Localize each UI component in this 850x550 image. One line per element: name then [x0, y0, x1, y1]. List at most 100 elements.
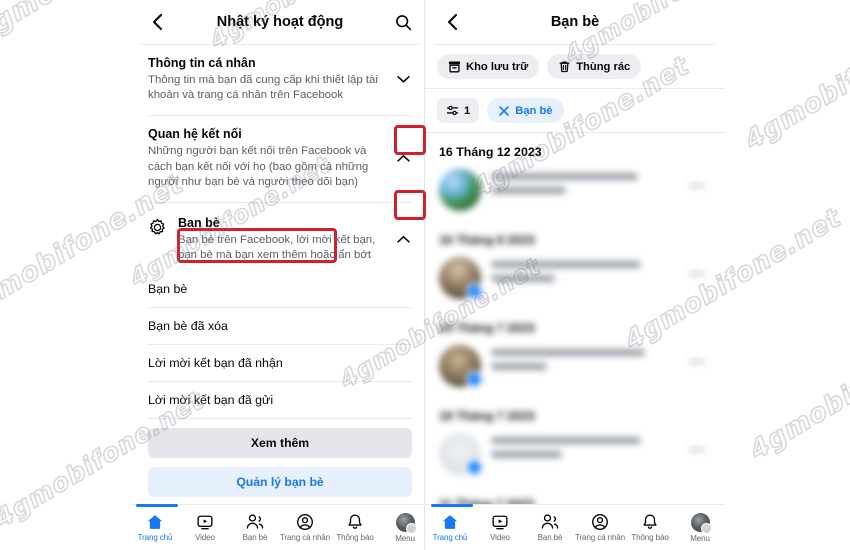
group-desc: Bạn bè trên Facebook, lời mời kết bạn, b…: [178, 234, 376, 262]
screenshot-root: Nhật ký hoạt động Thông tin cá nhân Thôn…: [0, 0, 850, 550]
group-ban-be[interactable]: Bạn bè Bạn bè trên Facebook, lời mời kết…: [130, 203, 430, 271]
chevron-down-icon[interactable]: [390, 66, 416, 92]
tab-label: Menu: [395, 533, 415, 543]
right-bottom-tabbar: Trang chủ Video Bạn bè Trang cá nhân Thô…: [425, 504, 725, 550]
right-phone-panel: Bạn bè Kho lưu trữ Thùng rác 1 Bạn bè 16…: [425, 0, 725, 550]
tab-trang-ca-nhan[interactable]: Trang cá nhân: [280, 513, 330, 542]
chip-filter-ban-be[interactable]: Bạn bè: [487, 98, 564, 123]
avatar-menu-icon: [395, 512, 417, 534]
profile-icon: [591, 513, 609, 531]
chevron-up-icon[interactable]: [390, 226, 416, 252]
video-icon: [491, 513, 509, 531]
list-item[interactable]: •••: [425, 429, 725, 485]
tab-menu[interactable]: Menu: [675, 512, 725, 543]
tab-label: Trang chủ: [432, 533, 468, 542]
active-tab-indicator: [431, 504, 473, 507]
date-header: 16 Tháng 12 2023: [439, 145, 542, 159]
page-title: Nhật ký hoạt động: [216, 14, 344, 30]
tab-menu[interactable]: Menu: [380, 512, 430, 543]
section-desc: Thông tin mà bạn đã cung cấp khi thiết l…: [148, 74, 378, 102]
home-icon: [441, 513, 459, 531]
entry-text: [491, 433, 679, 465]
date-header: 24 Tháng 7 2023: [439, 321, 535, 335]
tab-label: Video: [195, 533, 215, 542]
tab-label: Bạn bè: [537, 533, 563, 542]
section-desc: Những người bạn kết nối trên Facebook và…: [148, 145, 369, 188]
avatar: [439, 433, 483, 476]
bell-icon: [346, 513, 364, 531]
subitem-loi-moi-da-gui[interactable]: Lời mời kết bạn đã gửi: [130, 382, 430, 418]
section-title: Thông tin cá nhân: [148, 56, 256, 70]
list-item[interactable]: •••: [425, 165, 725, 221]
date-header: 16 Tháng 8 2023: [439, 233, 535, 247]
home-icon: [146, 513, 164, 531]
avatar: [439, 169, 481, 211]
filter-chip-row: 1 Bạn bè: [425, 89, 725, 132]
tab-label: Trang cá nhân: [575, 533, 625, 542]
page-title: Bạn bè: [550, 14, 600, 30]
left-bottom-tabbar: Trang chủ Video Bạn bè Trang cá nhân Thô…: [130, 504, 430, 550]
subitem-ban-be[interactable]: Bạn bè: [130, 271, 430, 307]
section-quan-he-ket-noi[interactable]: Quan hệ kết nối Những người bạn kết nối …: [130, 116, 430, 202]
archive-trash-chip-row: Kho lưu trữ Thùng rác: [425, 45, 725, 88]
section-thong-tin-ca-nhan[interactable]: Thông tin cá nhân Thông tin mà bạn đã cu…: [130, 45, 430, 115]
chip-label: Bạn bè: [515, 104, 553, 117]
archive-icon: [448, 60, 461, 73]
bell-icon: [641, 513, 659, 531]
tab-label: Menu: [690, 533, 710, 543]
list-item[interactable]: •••: [425, 341, 725, 397]
entry-text: [491, 345, 679, 377]
chevron-up-icon[interactable]: [390, 145, 416, 171]
chip-thung-rac[interactable]: Thùng rác: [547, 54, 642, 79]
tab-video[interactable]: Video: [475, 513, 525, 542]
tab-trang-ca-nhan[interactable]: Trang cá nhân: [575, 513, 625, 542]
see-more-button[interactable]: Xem thêm: [148, 428, 412, 459]
chip-kho-luu-tru[interactable]: Kho lưu trữ: [437, 54, 540, 79]
activity-group: 16 Tháng 8 2023 •••: [425, 221, 725, 309]
manage-friends-button[interactable]: Quản lý bạn bè: [148, 467, 412, 498]
activity-group: 16 Tháng 12 2023 •••: [425, 133, 725, 221]
tab-label: Thông báo: [631, 533, 669, 542]
search-icon[interactable]: [390, 9, 416, 35]
list-item[interactable]: •••: [425, 253, 725, 309]
avatar-menu-icon: [690, 512, 712, 534]
avatar: [439, 257, 483, 300]
back-icon[interactable]: [439, 9, 465, 35]
left-phone-panel: Nhật ký hoạt động Thông tin cá nhân Thôn…: [130, 0, 430, 550]
more-dots-icon[interactable]: •••: [689, 169, 711, 193]
watermark: 4gmobifone.net: [739, 2, 850, 157]
tab-ban-be[interactable]: Bạn bè: [230, 513, 280, 542]
activity-group: 24 Tháng 7 2023 •••: [425, 309, 725, 397]
tab-label: Trang cá nhân: [280, 533, 330, 542]
tab-trang-chu[interactable]: Trang chủ: [130, 513, 180, 542]
chip-filter-count[interactable]: 1: [437, 98, 480, 123]
more-dots-icon[interactable]: •••: [689, 257, 711, 281]
tab-thong-bao[interactable]: Thông báo: [330, 513, 380, 542]
active-tab-indicator: [136, 504, 178, 507]
date-header: 18 Tháng 7 2023: [439, 409, 535, 423]
tab-trang-chu[interactable]: Trang chủ: [425, 513, 475, 542]
subitem-loi-moi-da-nhan[interactable]: Lời mời kết bạn đã nhận: [130, 345, 430, 381]
tab-thong-bao[interactable]: Thông báo: [625, 513, 675, 542]
activity-group: 18 Tháng 7 2023 •••: [425, 397, 725, 485]
section-title: Quan hệ kết nối: [148, 127, 242, 142]
divider: [148, 418, 412, 420]
more-dots-icon[interactable]: •••: [689, 433, 711, 457]
close-icon[interactable]: [498, 105, 510, 117]
entry-text: [491, 169, 679, 201]
profile-icon: [296, 513, 314, 531]
chip-label: Kho lưu trữ: [466, 60, 529, 73]
activity-list: 16 Tháng 12 2023 ••• 16 Tháng 8 2023 •••…: [425, 133, 725, 550]
right-header: Bạn bè: [425, 0, 725, 44]
more-dots-icon[interactable]: •••: [689, 345, 711, 369]
entry-text: [491, 257, 679, 289]
subitem-ban-be-da-xoa[interactable]: Bạn bè đã xóa: [130, 308, 430, 344]
tab-label: Bạn bè: [242, 533, 268, 542]
tab-video[interactable]: Video: [180, 513, 230, 542]
tab-label: Thông báo: [336, 533, 374, 542]
avatar: [439, 345, 483, 388]
trash-icon: [558, 60, 571, 73]
tab-label: Video: [490, 533, 510, 542]
back-icon[interactable]: [144, 9, 170, 35]
tab-ban-be[interactable]: Bạn bè: [525, 513, 575, 542]
